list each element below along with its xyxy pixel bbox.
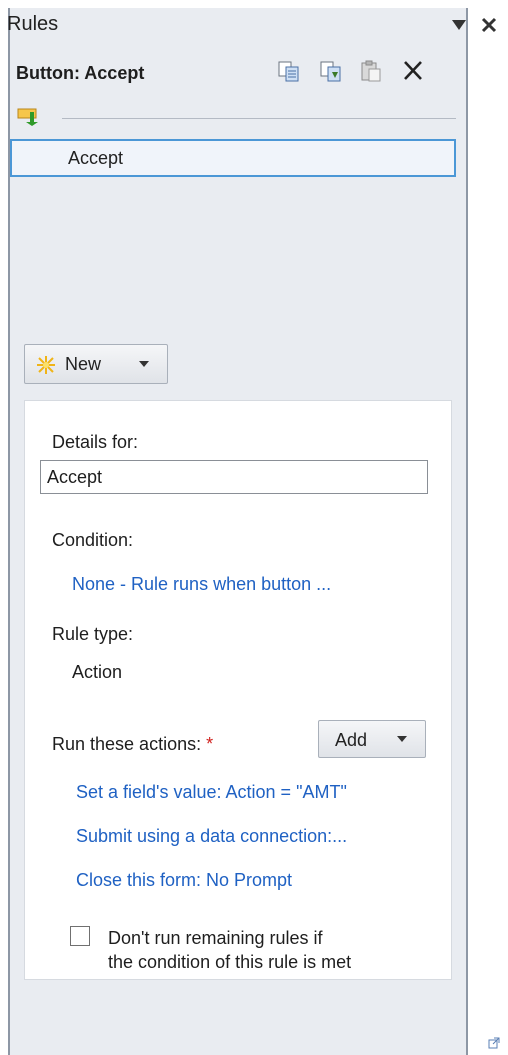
close-pane-icon[interactable] bbox=[478, 14, 500, 36]
pane-options-dropdown-icon[interactable] bbox=[450, 18, 468, 32]
chevron-down-icon bbox=[139, 361, 149, 367]
run-actions-text: Run these actions: bbox=[52, 734, 202, 754]
rule-set-icon bbox=[17, 108, 38, 126]
rule-type-label: Rule type: bbox=[52, 624, 134, 644]
copy-all-icon[interactable] bbox=[318, 58, 344, 84]
action-link-set-field[interactable]: Set a field's value: Action = "AMT" bbox=[76, 782, 347, 803]
new-star-icon bbox=[37, 356, 55, 374]
stop-rules-checkbox[interactable] bbox=[70, 926, 90, 946]
checkbox-label-line1: Don't run remaining rules if bbox=[108, 928, 323, 948]
condition-label: Condition: bbox=[52, 530, 134, 550]
condition-link[interactable]: None - Rule runs when button ... bbox=[72, 574, 331, 595]
rule-item-label: Accept bbox=[68, 148, 124, 168]
new-button-label: New bbox=[65, 354, 102, 374]
stop-rules-checkbox-label: Don't run remaining rules if the conditi… bbox=[108, 926, 438, 974]
rule-name-input[interactable] bbox=[40, 460, 428, 494]
run-actions-label: Run these actions: * bbox=[52, 734, 213, 755]
paste-icon[interactable] bbox=[358, 58, 384, 84]
required-marker: * bbox=[206, 734, 214, 754]
action-link-submit[interactable]: Submit using a data connection:... bbox=[76, 826, 347, 847]
pane-title: Rules bbox=[7, 13, 59, 35]
chevron-down-icon bbox=[397, 736, 407, 742]
rule-type-value: Action bbox=[72, 662, 123, 682]
action-link-close-form[interactable]: Close this form: No Prompt bbox=[76, 870, 292, 891]
checkbox-label-line2: the condition of this rule is met bbox=[108, 952, 352, 972]
add-button-label: Add bbox=[335, 730, 368, 750]
rule-item-accept[interactable]: Accept bbox=[10, 139, 456, 177]
copy-icon[interactable] bbox=[276, 58, 302, 84]
new-rule-button[interactable]: New bbox=[24, 344, 168, 384]
control-label: Button: Accept bbox=[16, 63, 145, 83]
rule-separator bbox=[62, 118, 456, 119]
delete-icon[interactable] bbox=[400, 58, 426, 84]
details-for-label: Details for: bbox=[52, 432, 139, 452]
external-link-icon[interactable] bbox=[488, 1037, 500, 1049]
add-action-button[interactable]: Add bbox=[318, 720, 426, 758]
